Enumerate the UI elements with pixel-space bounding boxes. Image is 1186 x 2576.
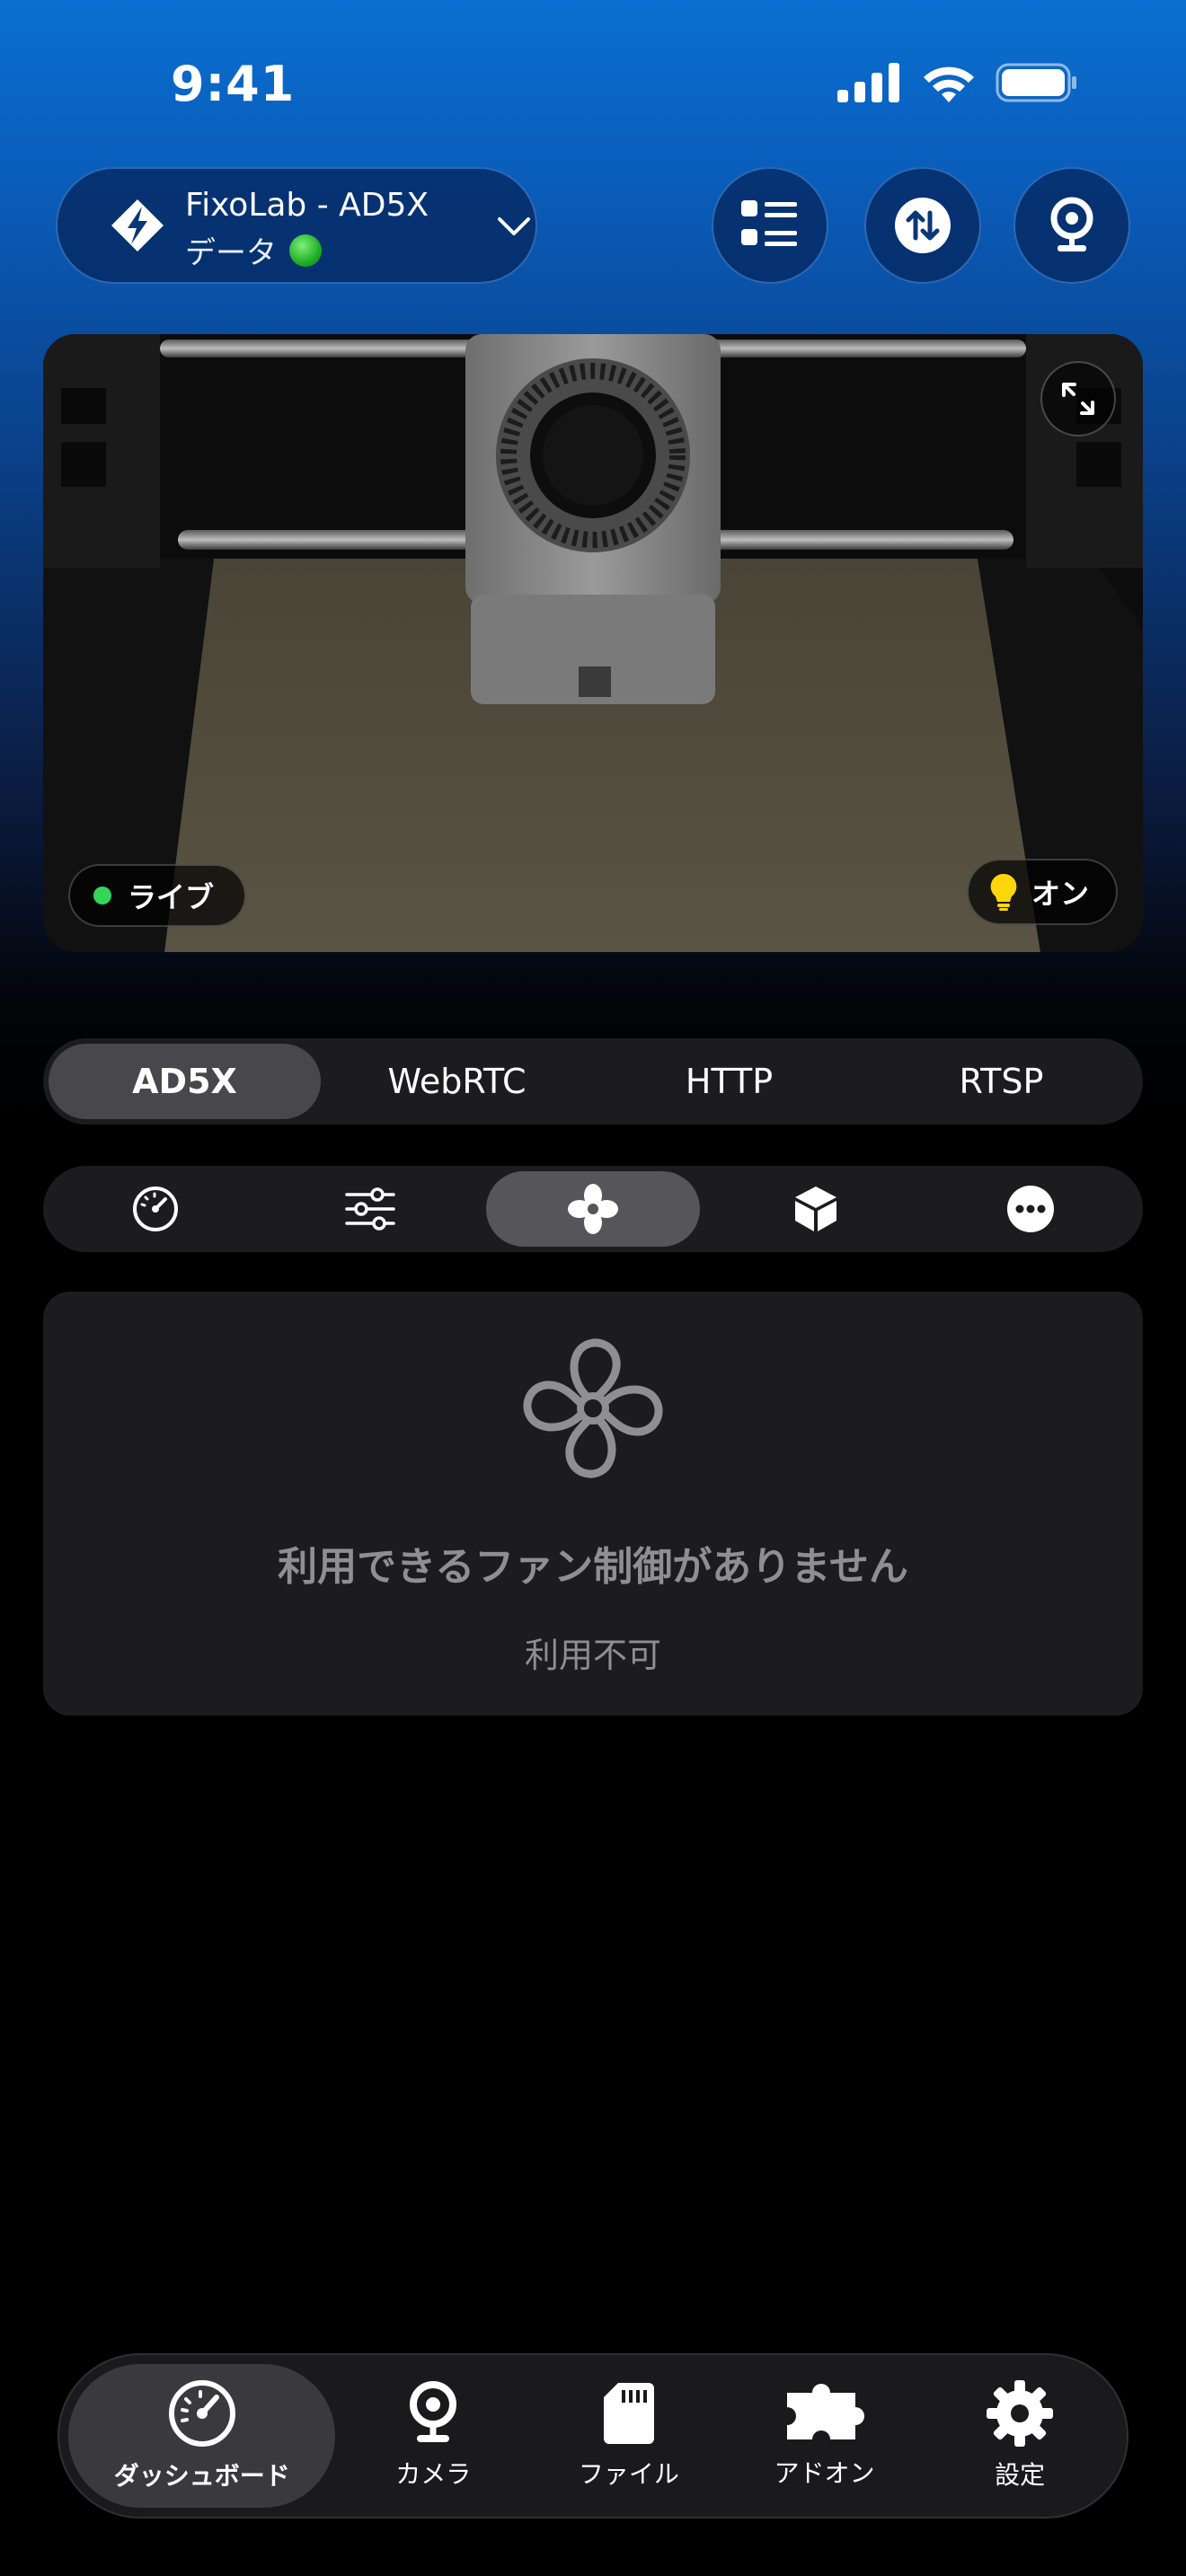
- status-icons: [837, 63, 1078, 102]
- live-label: ライブ: [128, 880, 215, 914]
- empty-state-title: 利用できるファン制御がありません: [278, 1544, 908, 1590]
- stream-source-selector: AD5X WebRTC HTTP RTSP: [43, 1038, 1143, 1125]
- puzzle-icon: [786, 2383, 864, 2439]
- device-selector[interactable]: FixoLab - AD5X データ: [56, 167, 537, 284]
- sliders-icon: [344, 1187, 395, 1231]
- fan-control-panel: 利用できるファン制御がありません 利用不可: [43, 1292, 1143, 1716]
- gauge-icon: [133, 1187, 179, 1231]
- device-name: FixoLab - AD5X: [185, 187, 429, 224]
- list-icon: [741, 200, 797, 246]
- up-down-arrows-icon: [895, 198, 951, 253]
- dashboard-icon: [168, 2380, 235, 2447]
- app-screen: 9:41 FixoLab - AD5X データ ライブ オン AD5X WebR…: [0, 0, 1186, 2576]
- light-label: オン: [1031, 877, 1089, 911]
- battery-icon: [996, 63, 1076, 102]
- webcam-icon: [1050, 197, 1093, 251]
- tab-settings[interactable]: 設定: [922, 2364, 1118, 2508]
- stream-tab-rtsp[interactable]: RTSP: [865, 1044, 1137, 1119]
- lightbulb-icon: [990, 873, 1017, 911]
- connection-status-dot: [289, 234, 322, 267]
- chevron-down-icon: [498, 217, 530, 235]
- tab-dashboard[interactable]: ダッシュボード: [68, 2364, 336, 2508]
- device-logo-icon: [111, 199, 164, 251]
- sd-card-icon: [603, 2383, 654, 2444]
- gear-icon: [987, 2380, 1054, 2447]
- tool-tab-sliders[interactable]: [262, 1171, 476, 1247]
- more-icon: [1006, 1186, 1054, 1232]
- fan-icon: [523, 1338, 663, 1478]
- stream-tab-ad5x[interactable]: AD5X: [49, 1044, 321, 1119]
- tab-label: アドオン: [774, 2458, 875, 2488]
- stream-tab-webrtc[interactable]: WebRTC: [321, 1044, 593, 1119]
- cellular-signal-icon: [837, 63, 899, 102]
- status-time: 9:41: [171, 56, 296, 112]
- camera-feed[interactable]: ライブ オン: [43, 334, 1143, 952]
- tool-tab-gauge[interactable]: [49, 1171, 262, 1247]
- live-indicator-dot: [93, 887, 111, 904]
- tool-tab-more[interactable]: [924, 1171, 1137, 1247]
- cube-icon: [795, 1187, 837, 1231]
- live-badge: ライブ: [68, 864, 247, 927]
- device-sub-label: データ: [185, 235, 277, 271]
- light-toggle[interactable]: オン: [966, 859, 1118, 925]
- camera-image: [43, 334, 1143, 952]
- tab-label: ダッシュボード: [113, 2461, 290, 2491]
- device-status: データ: [185, 228, 322, 272]
- tab-label: ファイル: [578, 2459, 679, 2489]
- webcam-icon: [410, 2381, 457, 2442]
- tab-label: カメラ: [395, 2459, 472, 2489]
- tab-camera[interactable]: カメラ: [335, 2364, 531, 2508]
- tab-files[interactable]: ファイル: [531, 2364, 727, 2508]
- stream-tab-http[interactable]: HTTP: [593, 1044, 865, 1119]
- bottom-tab-bar: ダッシュボード カメラ ファイル アドオン 設定: [58, 2353, 1128, 2519]
- empty-state-subtitle: 利用不可: [524, 1636, 661, 1675]
- tab-addons[interactable]: アドオン: [727, 2364, 923, 2508]
- control-category-selector: [43, 1166, 1143, 1252]
- expand-icon: [1062, 383, 1094, 415]
- wifi-icon: [924, 66, 974, 102]
- transfer-button[interactable]: [864, 167, 981, 284]
- list-view-button[interactable]: [712, 167, 828, 284]
- tool-tab-cube[interactable]: [709, 1171, 923, 1247]
- tool-tab-fan[interactable]: [485, 1171, 701, 1247]
- tab-label: 設定: [995, 2460, 1046, 2490]
- fullscreen-button[interactable]: [1040, 361, 1116, 437]
- fan-icon: [568, 1184, 619, 1234]
- webcam-button[interactable]: [1013, 167, 1130, 284]
